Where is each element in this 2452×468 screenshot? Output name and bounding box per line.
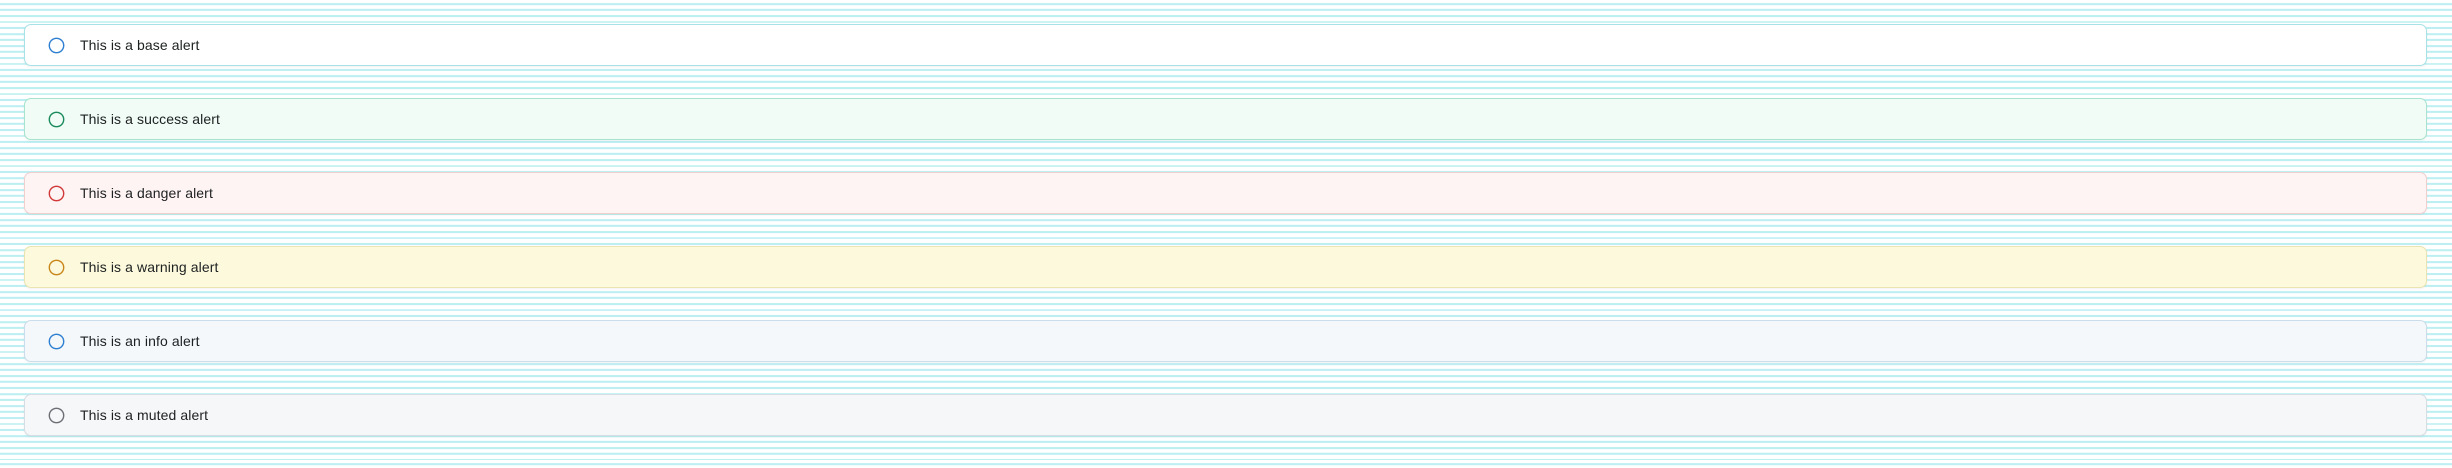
alert-info: This is an info alert (24, 320, 2427, 362)
circle-icon (48, 37, 65, 54)
alert-text: This is a danger alert (80, 185, 213, 201)
alert-danger: This is a danger alert (24, 172, 2427, 214)
alert-text: This is an info alert (80, 333, 200, 349)
circle-icon (48, 407, 65, 424)
alert-muted: This is a muted alert (24, 394, 2427, 436)
alert-success: This is a success alert (24, 98, 2427, 140)
circle-icon (48, 111, 65, 128)
alert-warning: This is a warning alert (24, 246, 2427, 288)
alert-base: This is a base alert (24, 24, 2427, 66)
alert-text: This is a base alert (80, 37, 200, 53)
circle-icon (48, 259, 65, 276)
alert-text: This is a warning alert (80, 259, 219, 275)
alert-list: This is a base alert This is a success a… (24, 24, 2427, 468)
alert-text: This is a muted alert (80, 407, 209, 423)
circle-icon (48, 185, 65, 202)
circle-icon (48, 333, 65, 350)
alert-text: This is a success alert (80, 111, 221, 127)
